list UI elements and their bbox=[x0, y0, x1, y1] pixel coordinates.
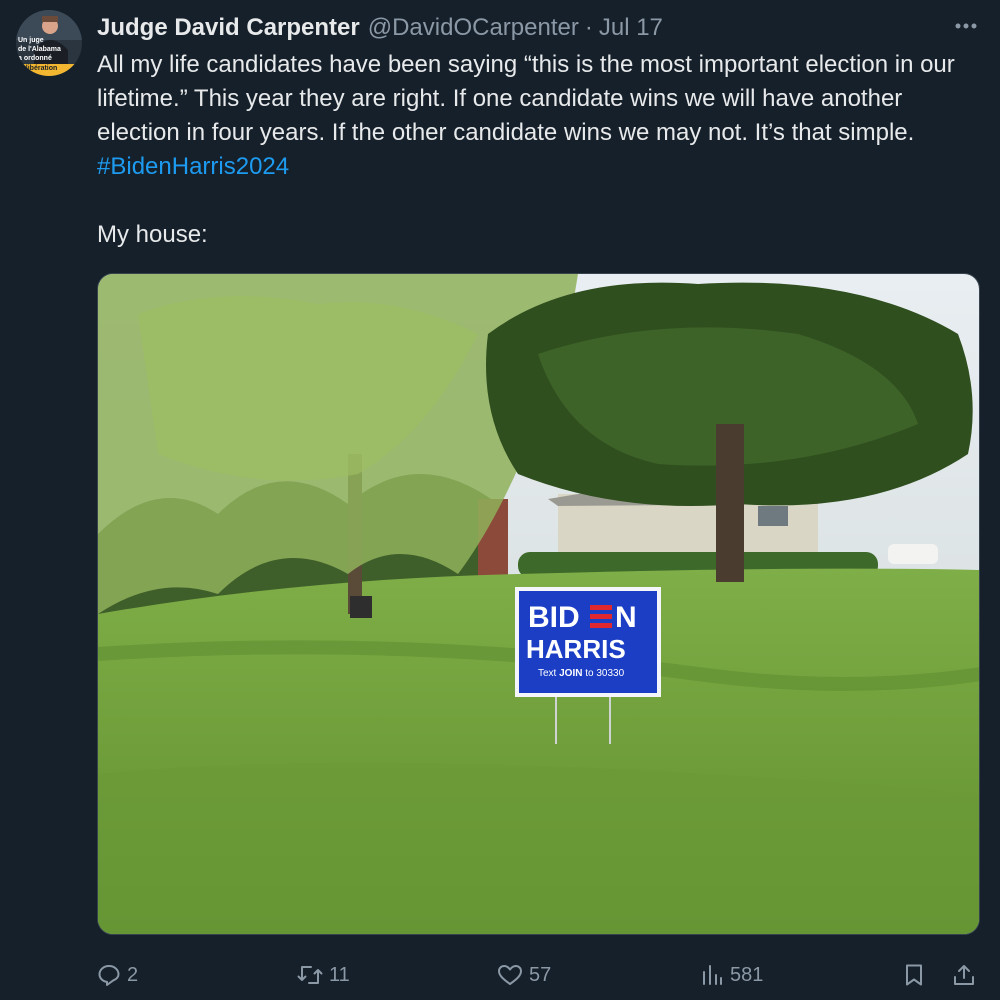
tweet-paragraph-2: My house: bbox=[97, 221, 208, 248]
timestamp[interactable]: Jul 17 bbox=[599, 14, 663, 42]
photo-scene: BID N HARRIS Text JOIN to 30330 bbox=[98, 274, 979, 934]
more-button[interactable] bbox=[952, 12, 980, 40]
tweet-header: Judge David Carpenter @DavidOCarpenter ·… bbox=[97, 12, 980, 44]
hashtag-link[interactable]: #BidenHarris2024 bbox=[97, 153, 289, 180]
bookmark-icon bbox=[906, 964, 922, 986]
avatar-caption-2: de l'Alabama bbox=[18, 46, 61, 53]
views-button[interactable]: 581 bbox=[700, 963, 763, 987]
like-count: 57 bbox=[529, 963, 552, 986]
sign-line3-suffix: to 30330 bbox=[582, 668, 624, 679]
reply-button[interactable]: 2 bbox=[97, 963, 138, 987]
retweet-icon bbox=[297, 966, 323, 984]
sign-line1-right: N bbox=[615, 601, 637, 634]
reply-icon bbox=[98, 965, 120, 986]
retweet-button[interactable]: 11 bbox=[297, 963, 350, 987]
share-button[interactable] bbox=[952, 963, 982, 987]
views-count: 581 bbox=[730, 963, 764, 986]
tweet-text-body: All my life candidates have been saying … bbox=[97, 51, 955, 146]
separator: · bbox=[584, 14, 593, 41]
tweet-text: All my life candidates have been saying … bbox=[97, 48, 987, 252]
like-button[interactable]: 57 bbox=[497, 963, 551, 987]
views-icon bbox=[703, 965, 722, 985]
share-icon bbox=[954, 965, 974, 985]
retweet-count: 11 bbox=[329, 963, 350, 986]
sign-line1-left: BID bbox=[528, 601, 580, 634]
action-bar: 2 11 57 581 bbox=[97, 956, 982, 994]
avatar-caption-3: a ordonné bbox=[18, 55, 52, 62]
sign-line3: Text JOIN to 30330 bbox=[538, 668, 625, 679]
sign-line3-keyword: JOIN bbox=[559, 668, 582, 679]
tweet: Un juge de l'Alabama a ordonné la libéra… bbox=[0, 0, 1000, 1000]
sign-line3-prefix: Text bbox=[538, 668, 559, 679]
avatar[interactable]: Un juge de l'Alabama a ordonné la libéra… bbox=[16, 10, 82, 76]
display-name[interactable]: Judge David Carpenter bbox=[97, 14, 360, 42]
tweet-paragraph: All my life candidates have been saying … bbox=[97, 48, 987, 184]
avatar-caption-4: la libération bbox=[18, 65, 58, 72]
more-icon bbox=[955, 23, 977, 29]
tweet-photo[interactable]: BID N HARRIS Text JOIN to 30330 bbox=[97, 273, 980, 935]
avatar-caption-1: Un juge bbox=[18, 37, 44, 44]
handle[interactable]: @DavidOCarpenter bbox=[368, 14, 579, 42]
sign-line2: HARRIS bbox=[526, 634, 626, 664]
like-icon bbox=[498, 965, 522, 985]
bookmark-button[interactable] bbox=[902, 963, 932, 987]
reply-count: 2 bbox=[127, 963, 139, 986]
